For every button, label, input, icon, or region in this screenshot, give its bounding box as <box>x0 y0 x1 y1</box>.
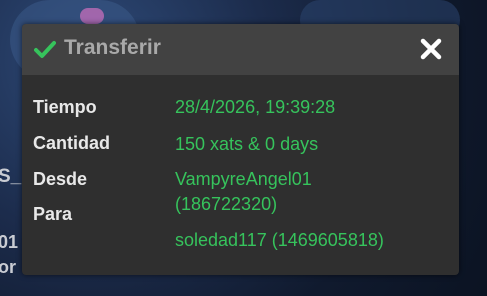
from-value-id: (186722320) <box>175 194 278 214</box>
checkmark-icon <box>34 41 56 58</box>
background-text: S_ <box>0 166 22 187</box>
dialog-title: Transferir <box>64 36 161 59</box>
amount-value: 150 xats & 0 days <box>175 134 319 154</box>
dialog-header: Transferir <box>22 24 459 75</box>
time-label: Tiempo <box>33 97 97 117</box>
from-value-name: VampyreAngel01 <box>175 169 312 189</box>
to-value: soledad117 (1469605818) <box>175 230 384 250</box>
amount-label: Cantidad <box>33 133 111 153</box>
time-value: 28/4/2026, 19:39:28 <box>175 97 336 117</box>
background-text: or <box>0 257 16 277</box>
to-label: Para <box>33 204 73 224</box>
background-text: 01 <box>0 232 19 252</box>
transfer-dialog: Transferir Tiempo 28/4/2026, 19:39:28 Ca… <box>22 24 459 275</box>
background-decoration <box>80 8 104 24</box>
close-icon[interactable] <box>420 38 442 60</box>
from-label: Desde <box>33 169 88 189</box>
